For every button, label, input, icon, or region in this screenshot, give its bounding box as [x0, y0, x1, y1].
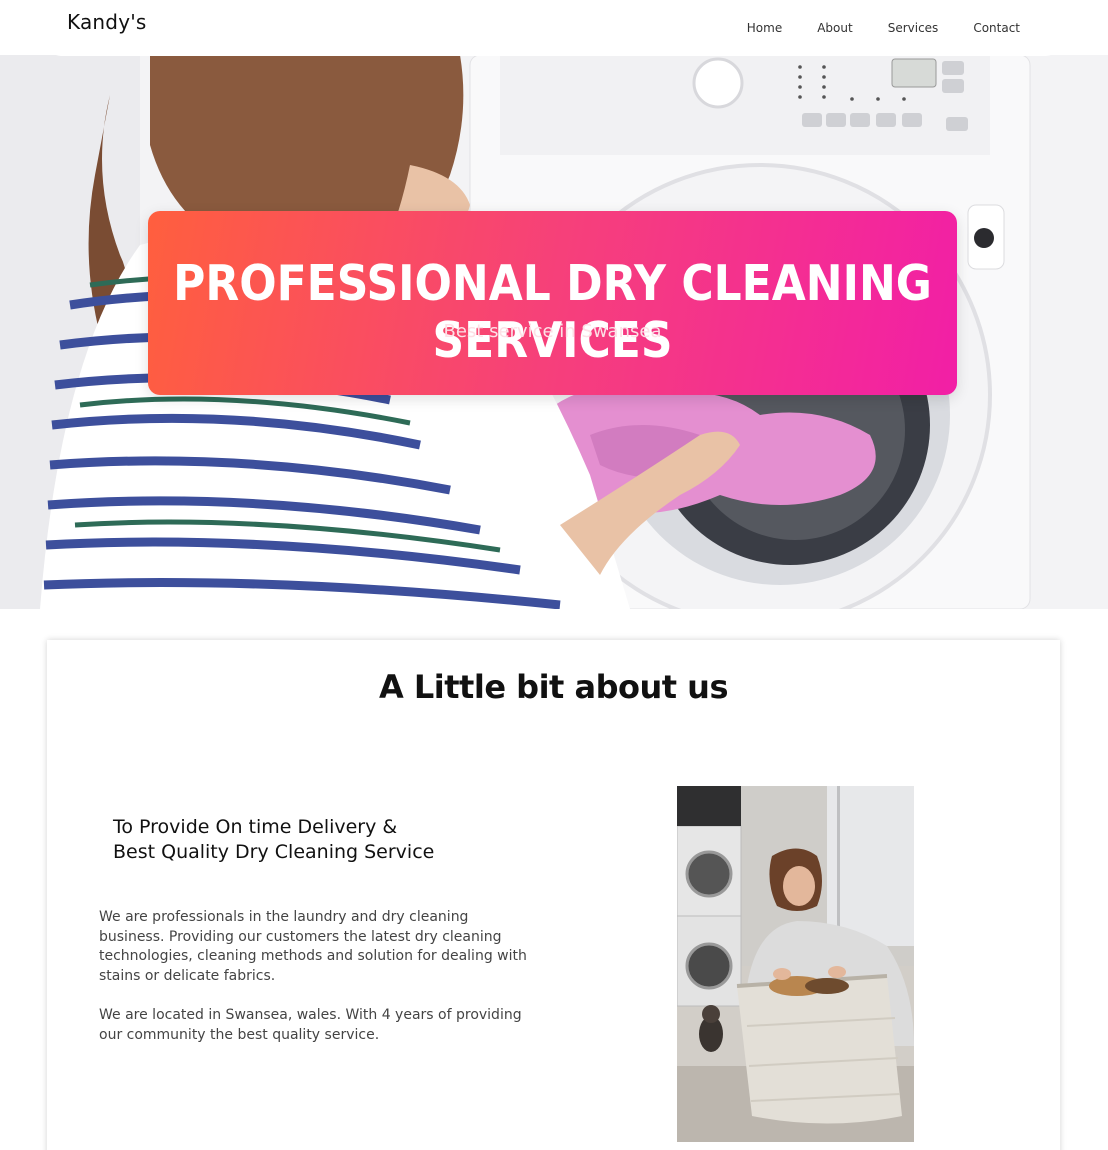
about-paragraph-1: We are professionals in the laundry and …: [99, 909, 527, 984]
nav-link-services[interactable]: Services: [888, 21, 939, 35]
woman-with-laundry-basket-image: [677, 786, 914, 1142]
about-heading: To Provide On time Delivery & Best Quali…: [113, 815, 473, 865]
about-title: A Little bit about us: [378, 668, 729, 706]
about-heading-line2: Best Quality Dry Cleaning Service: [113, 841, 435, 863]
top-navbar: Kandy's Home About Services Contact: [47, 0, 1060, 56]
about-heading-line1: To Provide On time Delivery &: [113, 816, 398, 838]
about-paragraph-2: We are located in Swansea, wales. With 4…: [99, 1007, 522, 1043]
hero-title: PROFESSIONAL DRY CLEANING SERVICES: [173, 255, 932, 370]
nav-link-contact[interactable]: Contact: [973, 21, 1020, 35]
about-photo: [677, 786, 914, 1142]
about-section: A Little bit about us To Provide On time…: [47, 640, 1060, 1150]
nav-link-about[interactable]: About: [817, 21, 852, 35]
hero-subtitle: Best service in Swansea: [443, 321, 662, 342]
site-logo[interactable]: Kandy's: [67, 10, 147, 34]
nav-link-home[interactable]: Home: [747, 21, 782, 35]
nav-links: Home About Services Contact: [712, 21, 1020, 35]
hero-section: PROFESSIONAL DRY CLEANING SERVICES Best …: [0, 55, 1108, 609]
hero-banner: PROFESSIONAL DRY CLEANING SERVICES Best …: [148, 211, 957, 395]
